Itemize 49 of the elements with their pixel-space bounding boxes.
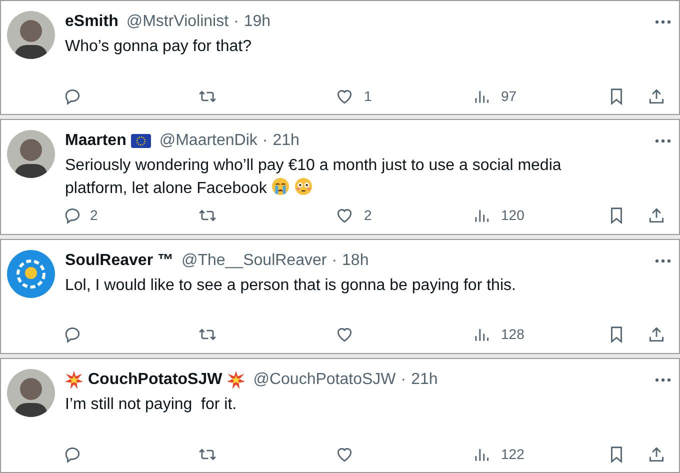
view-count: 120 <box>501 206 524 225</box>
timestamp[interactable]: 21h <box>411 368 438 391</box>
like-count: 1 <box>364 86 372 106</box>
display-name[interactable]: SoulReaver ™ <box>65 250 174 272</box>
username[interactable]: @MaartenDik <box>159 130 258 152</box>
reply-count: 2 <box>90 206 98 225</box>
avatar[interactable] <box>7 130 55 178</box>
avatar[interactable] <box>7 11 55 59</box>
separator-dot: · <box>400 370 406 390</box>
display-name[interactable]: eSmith <box>65 11 118 33</box>
tweet-text: I’m still not paying for it. <box>65 394 238 415</box>
crying-face-icon <box>270 177 290 196</box>
reply-icon[interactable] <box>63 325 82 344</box>
timestamp[interactable]: 21h <box>272 130 300 152</box>
more-icon[interactable] <box>655 378 671 382</box>
tweet-text: Who’s gonna pay for that? <box>65 37 252 57</box>
burst-icon <box>227 370 246 389</box>
display-name[interactable]: Maarten <box>65 130 126 152</box>
flushed-face-icon <box>294 177 313 196</box>
view-count: 128 <box>501 325 524 344</box>
tweet-text: Lol, I would like to see a person that is gonna be paying for this. <box>65 276 517 296</box>
heart-icon[interactable] <box>335 325 354 344</box>
share-icon[interactable] <box>647 206 666 225</box>
display-name[interactable]: CouchPotatoSJW <box>88 368 222 391</box>
flag-icon <box>131 134 152 148</box>
username[interactable]: @The__SoulReaver <box>181 250 327 272</box>
more-icon[interactable] <box>655 20 671 24</box>
timestamp[interactable]: 18h <box>342 250 369 272</box>
more-icon[interactable] <box>655 258 671 262</box>
avatar[interactable] <box>7 368 55 417</box>
username[interactable]: @CouchPotatoSJW <box>253 368 396 391</box>
heart-icon[interactable] <box>335 206 354 225</box>
separator-dot: · <box>332 250 338 270</box>
share-icon[interactable] <box>647 444 666 464</box>
timestamp[interactable]: 19h <box>244 11 271 33</box>
reply-icon[interactable] <box>63 206 82 225</box>
share-icon[interactable] <box>647 325 666 344</box>
like-count: 2 <box>364 206 372 225</box>
view-count: 122 <box>501 444 524 464</box>
share-icon[interactable] <box>647 86 666 106</box>
reply-icon[interactable] <box>63 444 82 464</box>
more-icon[interactable] <box>655 139 671 144</box>
tweet-text: Seriously wondering who’ll pay €10 a month just to use a social media platform, let alone Facebook <box>65 156 562 200</box>
burst-icon <box>65 370 83 389</box>
username[interactable]: @MstrViolinist <box>126 11 229 33</box>
view-count: 97 <box>501 86 517 106</box>
separator-dot: · <box>262 131 268 152</box>
reply-icon[interactable] <box>63 86 82 106</box>
separator-dot: · <box>234 12 239 32</box>
